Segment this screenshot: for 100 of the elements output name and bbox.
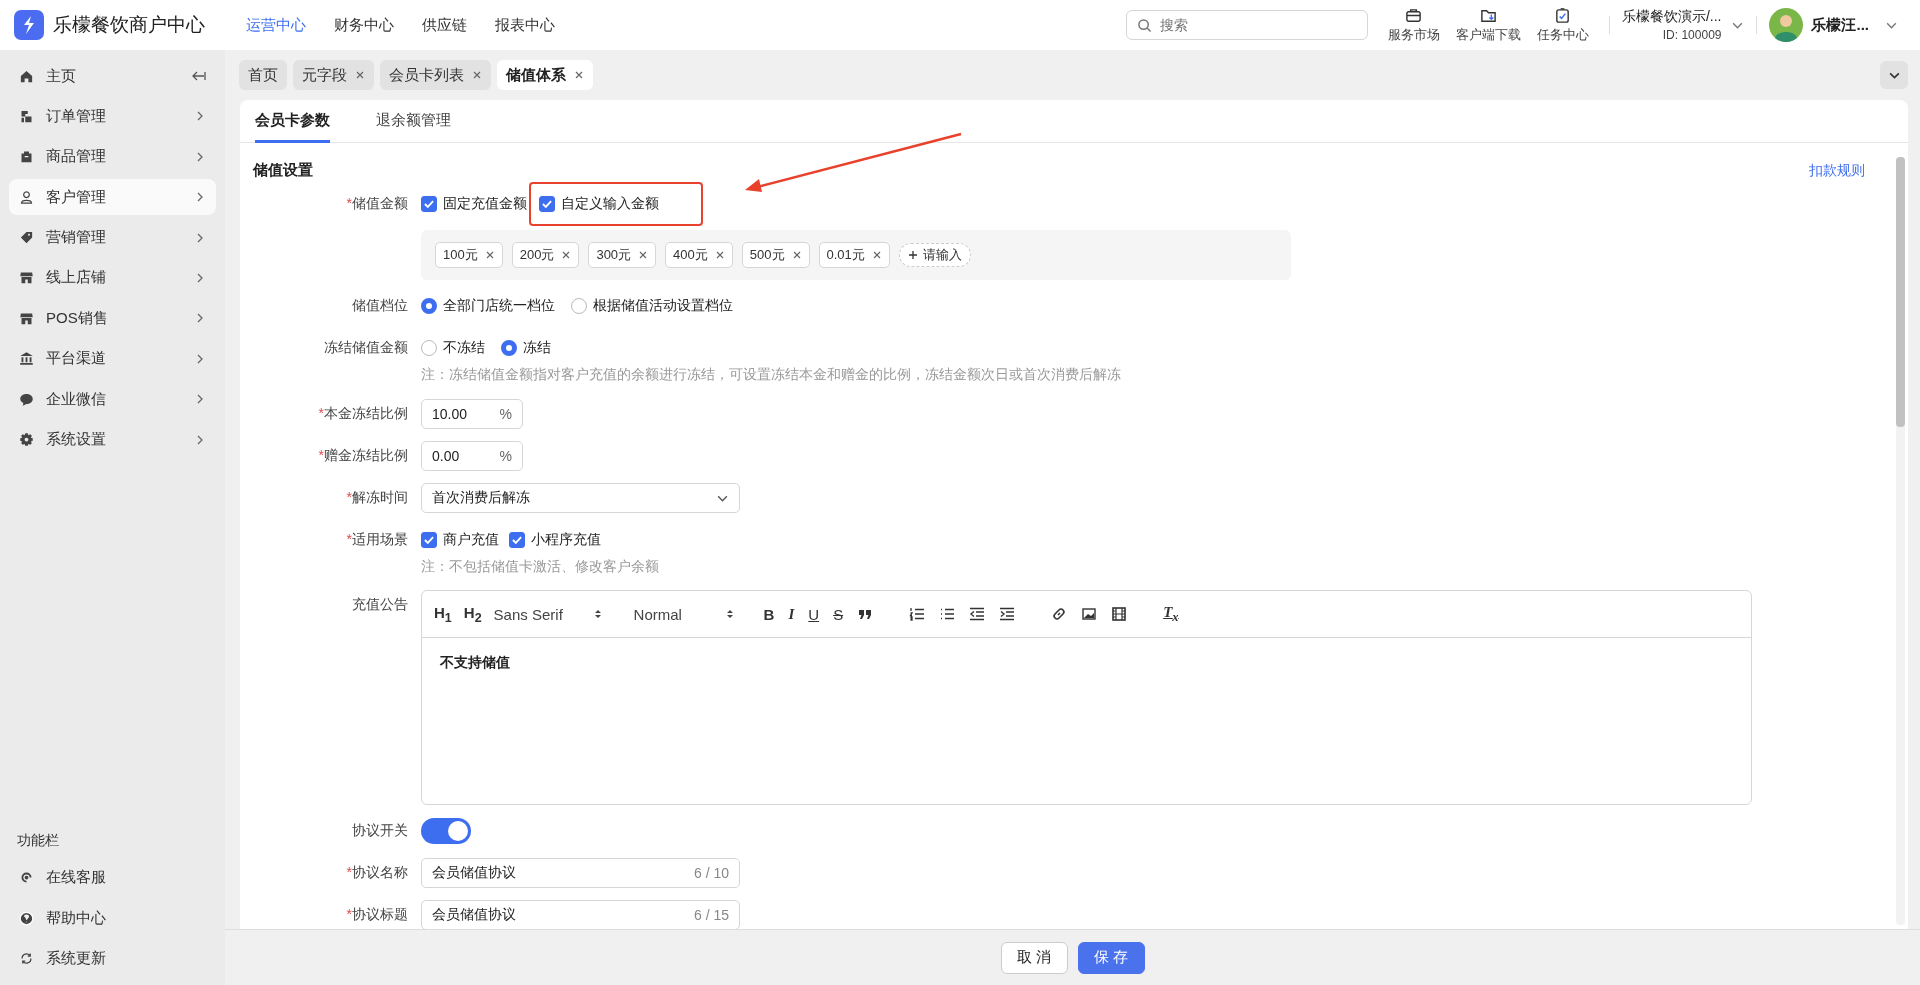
format-button[interactable]: S <box>833 605 844 623</box>
field-label: *协议标题 <box>345 906 409 924</box>
radio-option[interactable]: 全部门店统一档位 <box>421 293 555 319</box>
sidebar-item[interactable]: 企业微信 <box>9 381 216 418</box>
cancel-button[interactable]: 取 消 <box>1000 941 1068 974</box>
sidebar-item[interactable]: 客户管理 <box>9 179 216 216</box>
sidebar-item[interactable]: 系统更新 <box>9 940 216 977</box>
font-select[interactable]: Sans Serif <box>493 605 602 623</box>
sidebar-item[interactable]: 在线客服 <box>9 859 216 896</box>
radio-option[interactable]: 冻结 <box>501 335 551 361</box>
field-label: *协议名称 <box>345 864 409 882</box>
checkbox-option[interactable]: 固定充值金额 <box>421 191 527 217</box>
field-label: *赠金冻结比例 <box>317 447 409 465</box>
format-button[interactable]: I <box>788 605 795 623</box>
add-amount-button[interactable]: 请输入 <box>898 243 971 267</box>
account-id: ID: 100009 <box>1662 28 1722 42</box>
sort-arrows-icon <box>593 608 602 620</box>
menu-item-icon <box>19 391 34 407</box>
toolbar-button[interactable]: 任务中心 <box>1528 6 1597 44</box>
field-label: *本金冻结比例 <box>317 405 409 423</box>
close-icon[interactable] <box>561 250 572 260</box>
app-title: 乐檬餐饮商户中心 <box>53 13 205 37</box>
search-input[interactable]: 搜索 <box>1157 16 1352 34</box>
image-icon[interactable] <box>1081 606 1098 622</box>
tabs-menu-button[interactable] <box>1880 61 1908 89</box>
size-select[interactable]: Normal <box>633 605 734 623</box>
sub-tab[interactable]: 会员卡参数 <box>255 100 330 143</box>
logo-icon <box>14 10 44 40</box>
scrollbar[interactable] <box>1896 157 1905 925</box>
format-button[interactable]: B <box>763 605 775 623</box>
account-switcher[interactable]: 乐檬餐饮演示/... ID: 100009 <box>1621 8 1745 42</box>
outdent-icon[interactable] <box>969 606 986 622</box>
radio-option[interactable]: 根据储值活动设置档位 <box>571 293 733 319</box>
sidebar-item[interactable]: 商品管理 <box>9 138 216 175</box>
checkbox-option[interactable]: 自定义输入金额 <box>529 182 703 226</box>
toolbar-button[interactable]: 客户端下载 <box>1447 6 1529 44</box>
deduction-rules-link[interactable]: 扣款规则 <box>1809 161 1865 180</box>
menu-item-icon <box>19 189 34 205</box>
close-icon[interactable] <box>871 250 882 260</box>
percent-input[interactable]: 0.00 % <box>421 441 523 471</box>
menu-item-icon <box>19 432 34 447</box>
toolbar-button[interactable]: 服务市场 <box>1379 6 1448 44</box>
select-field[interactable]: 首次消费后解冻 <box>421 483 740 513</box>
video-icon[interactable] <box>1111 606 1128 622</box>
bullet-list-icon[interactable] <box>939 606 956 622</box>
checkbox[interactable] <box>421 532 437 548</box>
indent-icon[interactable] <box>999 606 1016 622</box>
checkbox[interactable] <box>509 532 525 548</box>
link-icon[interactable] <box>1051 606 1068 622</box>
section-title: 功能栏 <box>16 830 60 850</box>
sidebar-item[interactable]: POS销售 <box>9 300 216 337</box>
close-icon[interactable] <box>791 250 802 260</box>
sidebar-item[interactable]: 线上店铺 <box>9 259 216 296</box>
heading-button[interactable]: H$_{1}$ <box>434 603 452 625</box>
collapse-icon[interactable] <box>190 70 206 82</box>
clear-format-button[interactable]: T$_{x}$ <box>1163 603 1179 625</box>
nav-link[interactable]: 财务中心 <box>334 15 394 35</box>
input-field[interactable]: 会员储值协议 6 / 10 <box>421 858 740 888</box>
search-field[interactable]: 搜索 <box>1125 10 1368 40</box>
field-label: 协议开关 <box>351 822 409 840</box>
checkbox-option[interactable]: 商户充值 <box>421 527 499 553</box>
sidebar-item[interactable]: 系统设置 <box>9 421 216 458</box>
hint-text: 注：不包括储值卡激活、修改客户余额 <box>421 558 659 576</box>
checkbox[interactable] <box>539 196 555 212</box>
nav-link[interactable]: 供应链 <box>422 15 467 35</box>
checkbox-option[interactable]: 小程序充值 <box>509 527 601 553</box>
close-icon[interactable] <box>574 70 584 80</box>
toggle-switch[interactable] <box>421 818 471 844</box>
close-icon[interactable] <box>355 70 365 80</box>
close-icon[interactable] <box>472 70 482 80</box>
sidebar-item[interactable]: 订单管理 <box>9 98 216 135</box>
ordered-list-icon[interactable] <box>909 606 926 622</box>
close-icon[interactable] <box>714 250 725 260</box>
sub-tab[interactable]: 退余额管理 <box>376 100 451 143</box>
amount-tag: 300元 <box>588 242 657 268</box>
sidebar-item[interactable]: 主页 <box>9 58 216 94</box>
page-tab[interactable]: 首页 <box>239 60 287 90</box>
page-tab[interactable]: 储值体系 <box>497 60 593 90</box>
menu-item-icon <box>19 149 34 165</box>
checkbox[interactable] <box>421 196 437 212</box>
page-tab[interactable]: 会员卡列表 <box>380 60 491 90</box>
page-tab[interactable]: 元字段 <box>293 60 374 90</box>
nav-link[interactable]: 报表中心 <box>495 15 555 35</box>
format-button[interactable]: U <box>808 605 820 623</box>
editor-content[interactable]: 不支持储值 <box>422 638 1751 804</box>
percent-input[interactable]: 10.00 % <box>421 399 523 429</box>
briefcase-icon <box>1405 6 1423 24</box>
radio-option[interactable]: 不冻结 <box>421 335 485 361</box>
sidebar-item[interactable]: 营销管理 <box>9 219 216 256</box>
nav-link[interactable]: 运营中心 <box>246 15 306 35</box>
heading-button[interactable]: H$_{2}$ <box>463 603 482 625</box>
close-icon[interactable] <box>638 250 649 260</box>
field-label: 充值公告 <box>351 595 409 614</box>
user-menu[interactable]: 乐檬汪... <box>1769 8 1898 42</box>
field-label: *解冻时间 <box>345 489 409 507</box>
sidebar-item[interactable]: 平台渠道 <box>9 340 216 377</box>
save-button[interactable]: 保 存 <box>1077 941 1145 974</box>
close-icon[interactable] <box>484 250 495 260</box>
sidebar-item[interactable]: 帮助中心 <box>9 900 216 937</box>
help-icon <box>19 910 34 926</box>
